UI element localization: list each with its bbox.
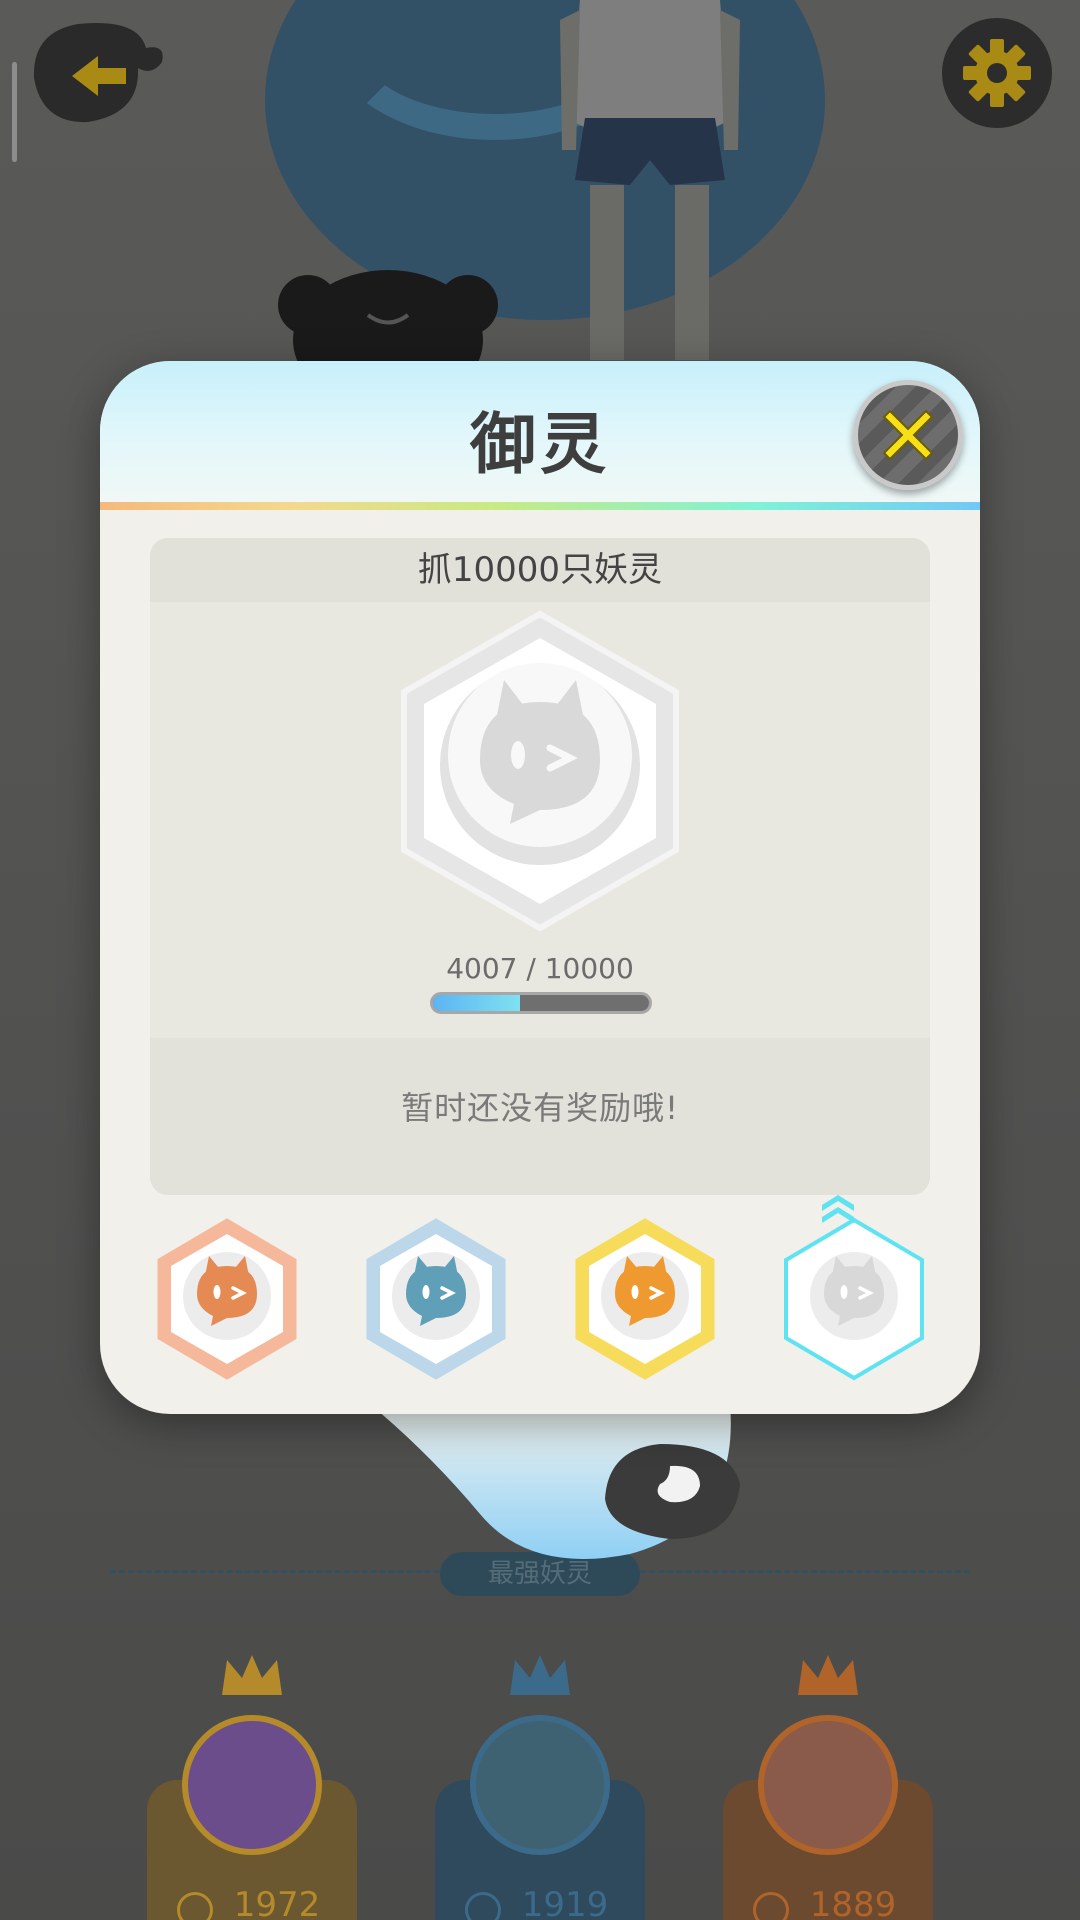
achievement-medal-large bbox=[401, 610, 679, 932]
leaderboard-card-2[interactable]: 1919 bbox=[435, 1640, 645, 1920]
progress-counter: 4007 / 10000 bbox=[446, 952, 634, 985]
leaderboard-score: 1889 bbox=[809, 1885, 897, 1920]
tier-badge-bronze[interactable] bbox=[155, 1216, 300, 1381]
header-rainbow-stripe bbox=[100, 502, 980, 510]
pet-companion bbox=[278, 270, 498, 375]
dialog-title: 御灵 bbox=[470, 406, 610, 483]
tier-badge-gold[interactable] bbox=[573, 1216, 718, 1381]
leaderboard-avatar bbox=[470, 1715, 610, 1855]
reward-empty-message: 暂时还没有奖励哦! bbox=[401, 1089, 679, 1127]
leaderboard-score: 1972 bbox=[233, 1885, 321, 1920]
chevron-up-icon bbox=[822, 1195, 854, 1223]
task-panel: 抓10000只妖灵 4007 / 10000 暂时还没有奖励哦! bbox=[150, 538, 930, 1195]
progress-bar bbox=[430, 992, 652, 1014]
achievement-dialog: 御灵 抓10000只妖灵 4007 / 10000 暂时还没有奖励哦! bbox=[100, 361, 980, 1414]
close-button[interactable] bbox=[853, 380, 963, 490]
player-character bbox=[560, 0, 740, 360]
leaderboard-card-1[interactable]: 1972 bbox=[147, 1640, 357, 1920]
scroll-indicator bbox=[12, 62, 17, 162]
modal-tail-decoration bbox=[370, 1404, 740, 1559]
task-title: 抓10000只妖灵 bbox=[417, 550, 663, 590]
crown-icon bbox=[798, 1655, 858, 1695]
leaderboard-avatar bbox=[182, 1715, 322, 1855]
back-button[interactable] bbox=[28, 18, 168, 128]
crown-icon bbox=[222, 1655, 282, 1695]
leaderboard-avatar bbox=[758, 1715, 898, 1855]
reward-area: 暂时还没有奖励哦! bbox=[150, 1038, 930, 1195]
back-arrow-icon bbox=[33, 23, 163, 123]
progress-bar-fill bbox=[433, 995, 520, 1011]
tier-badge-platinum[interactable] bbox=[782, 1216, 927, 1381]
gear-icon bbox=[963, 39, 1031, 107]
close-icon bbox=[882, 409, 934, 461]
settings-button[interactable] bbox=[942, 18, 1052, 128]
leaderboard-card-3[interactable]: 1889 bbox=[723, 1640, 933, 1920]
tier-badge-silver[interactable] bbox=[364, 1216, 509, 1381]
crown-icon bbox=[510, 1655, 570, 1695]
leaderboard-score: 1919 bbox=[521, 1885, 609, 1920]
